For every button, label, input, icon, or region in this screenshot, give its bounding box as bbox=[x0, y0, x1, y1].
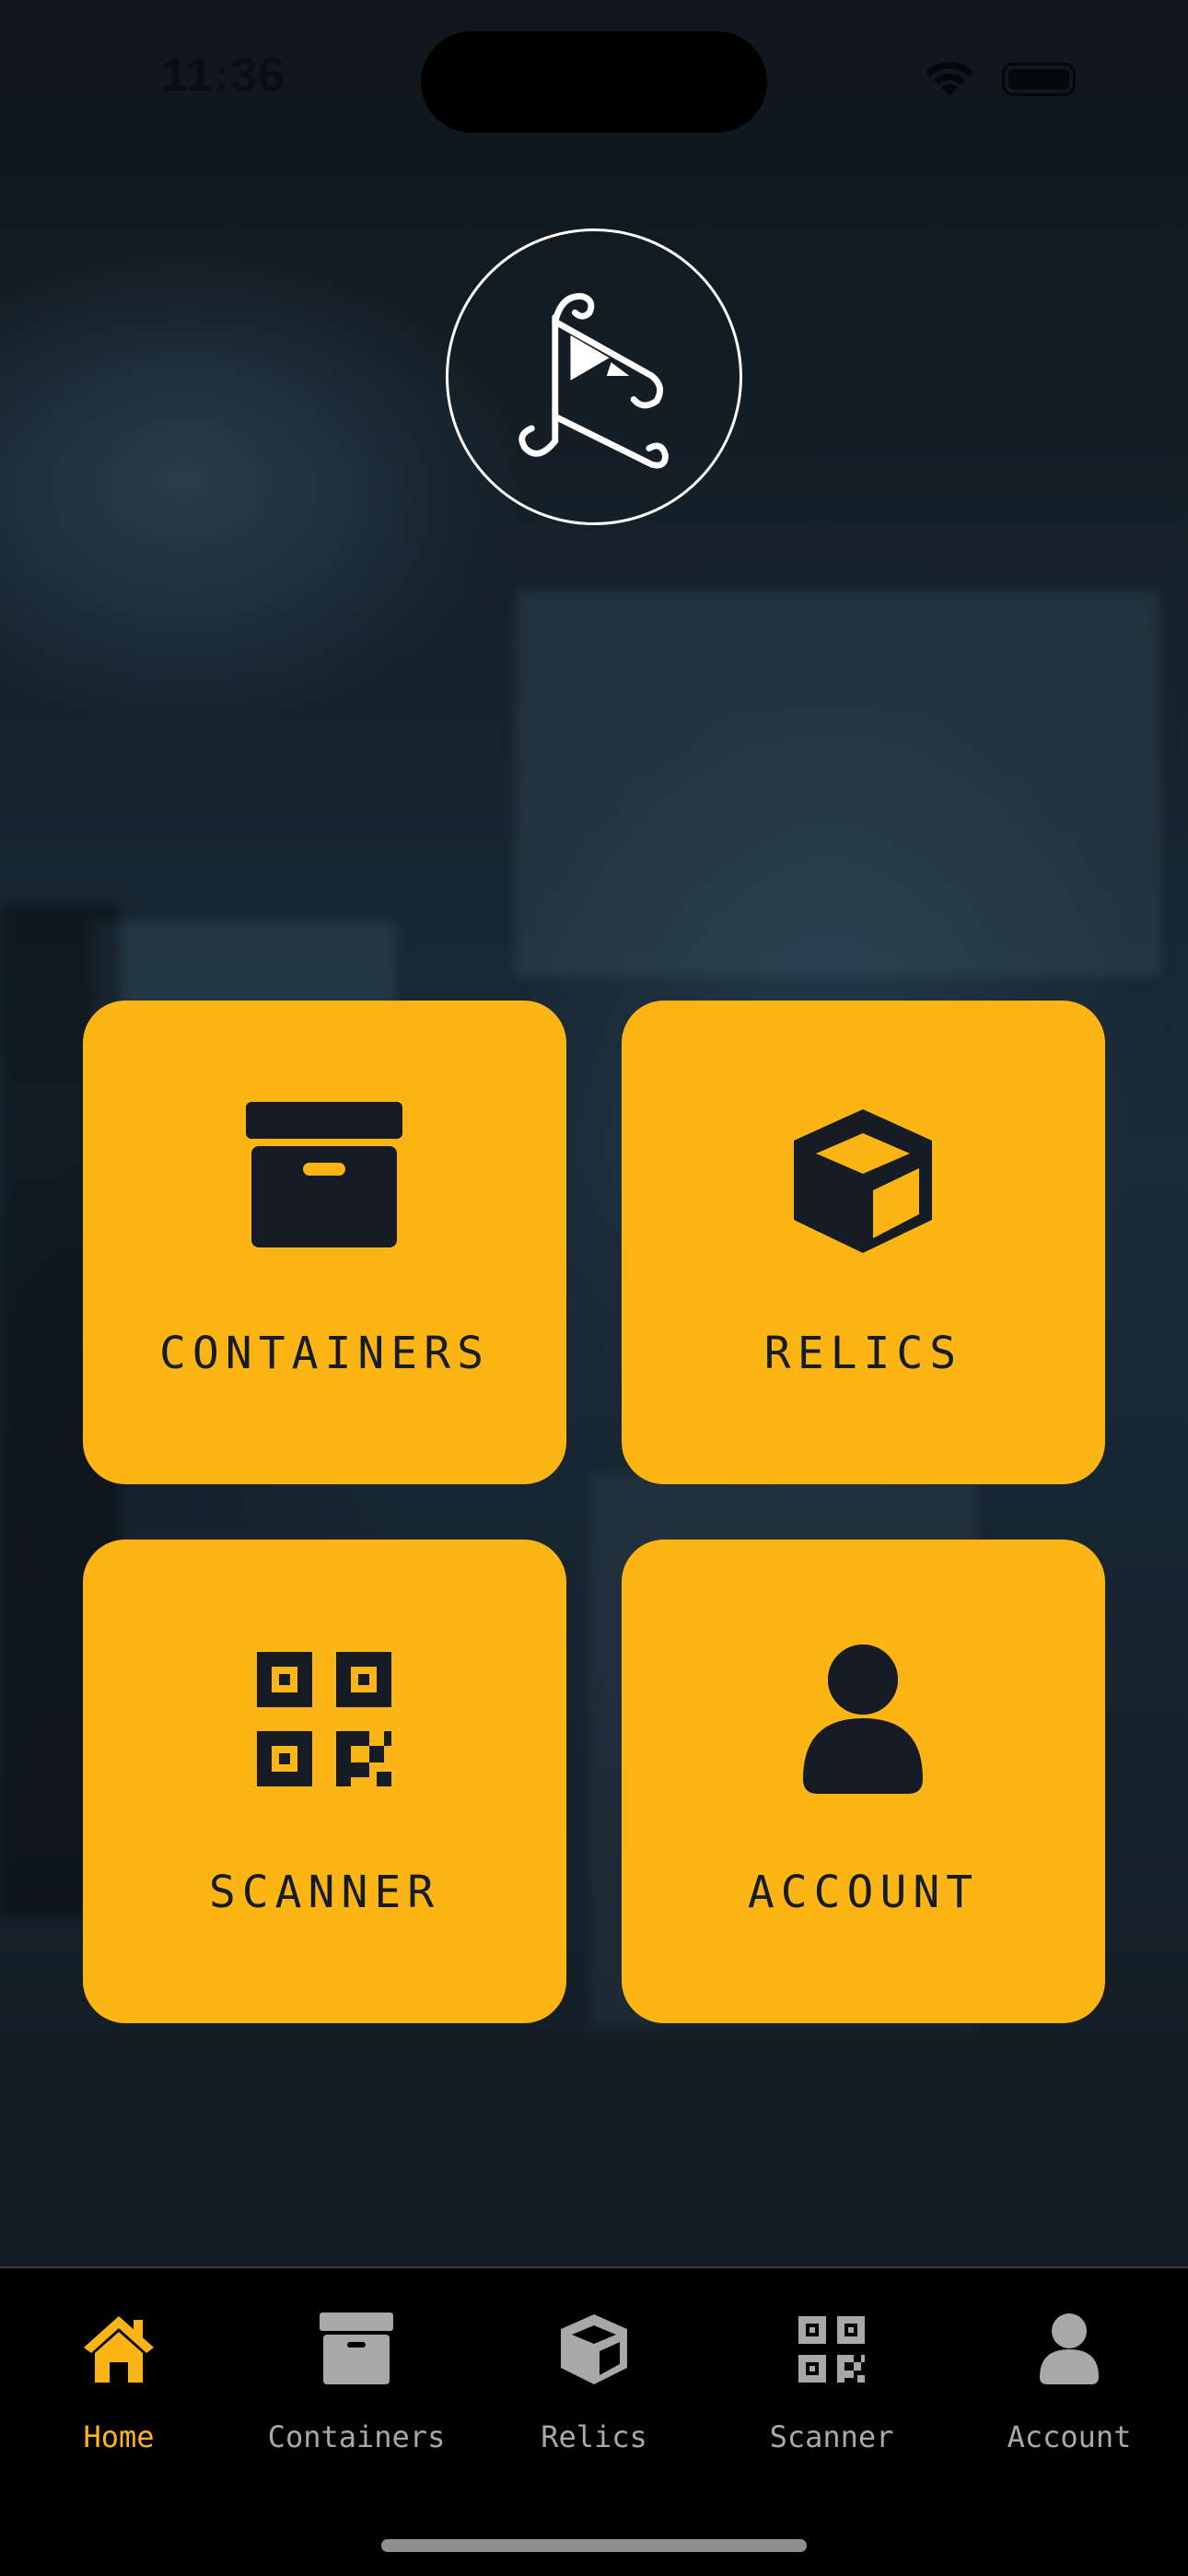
logo-mark-icon bbox=[518, 293, 669, 469]
home-icon bbox=[84, 2316, 154, 2383]
qr-code-icon bbox=[798, 2316, 865, 2383]
scanner-tile-label: SCANNER bbox=[208, 1867, 441, 1918]
cube-icon bbox=[794, 1109, 932, 1253]
account-tile-label: ACCOUNT bbox=[747, 1867, 980, 1918]
tab-containers-label: Containers bbox=[267, 2419, 446, 2454]
tab-scanner-label: Scanner bbox=[769, 2419, 894, 2454]
battery-icon bbox=[1002, 63, 1076, 96]
dynamic-island bbox=[421, 31, 767, 133]
tab-scanner[interactable]: Scanner bbox=[713, 2268, 950, 2499]
status-bar: 11:36 bbox=[0, 0, 1188, 157]
archive-box-icon bbox=[320, 2313, 393, 2384]
home-indicator bbox=[381, 2539, 807, 2552]
cube-icon bbox=[561, 2314, 627, 2384]
tab-home[interactable]: Home bbox=[0, 2268, 238, 2499]
relics-tile[interactable]: RELICS bbox=[622, 1001, 1105, 1484]
tab-relics-label: Relics bbox=[541, 2419, 647, 2454]
wifi-icon bbox=[926, 62, 973, 96]
containers-tile[interactable]: CONTAINERS bbox=[83, 1001, 566, 1484]
relics-tile-label: RELICS bbox=[763, 1328, 963, 1379]
containers-tile-label: CONTAINERS bbox=[159, 1328, 490, 1379]
user-icon bbox=[803, 1641, 923, 1794]
app-logo bbox=[446, 228, 742, 525]
archive-box-icon bbox=[246, 1102, 402, 1247]
tab-home-label: Home bbox=[83, 2419, 155, 2454]
tab-account[interactable]: Account bbox=[950, 2268, 1188, 2499]
tab-containers[interactable]: Containers bbox=[238, 2268, 475, 2499]
background-photo bbox=[516, 590, 1160, 977]
tab-account-label: Account bbox=[1007, 2419, 1132, 2454]
tab-relics[interactable]: Relics bbox=[475, 2268, 713, 2499]
user-icon bbox=[1040, 2313, 1099, 2384]
home-screen: 11:36 CONTAINERS RELICS SCANNER ACCOUNT … bbox=[0, 0, 1188, 2576]
status-time: 11:36 bbox=[161, 49, 286, 102]
account-tile[interactable]: ACCOUNT bbox=[622, 1540, 1105, 2023]
tab-bar: Home Containers Relics Scanner Account bbox=[0, 2266, 1188, 2576]
qr-code-icon bbox=[257, 1652, 391, 1786]
scanner-tile[interactable]: SCANNER bbox=[83, 1540, 566, 2023]
